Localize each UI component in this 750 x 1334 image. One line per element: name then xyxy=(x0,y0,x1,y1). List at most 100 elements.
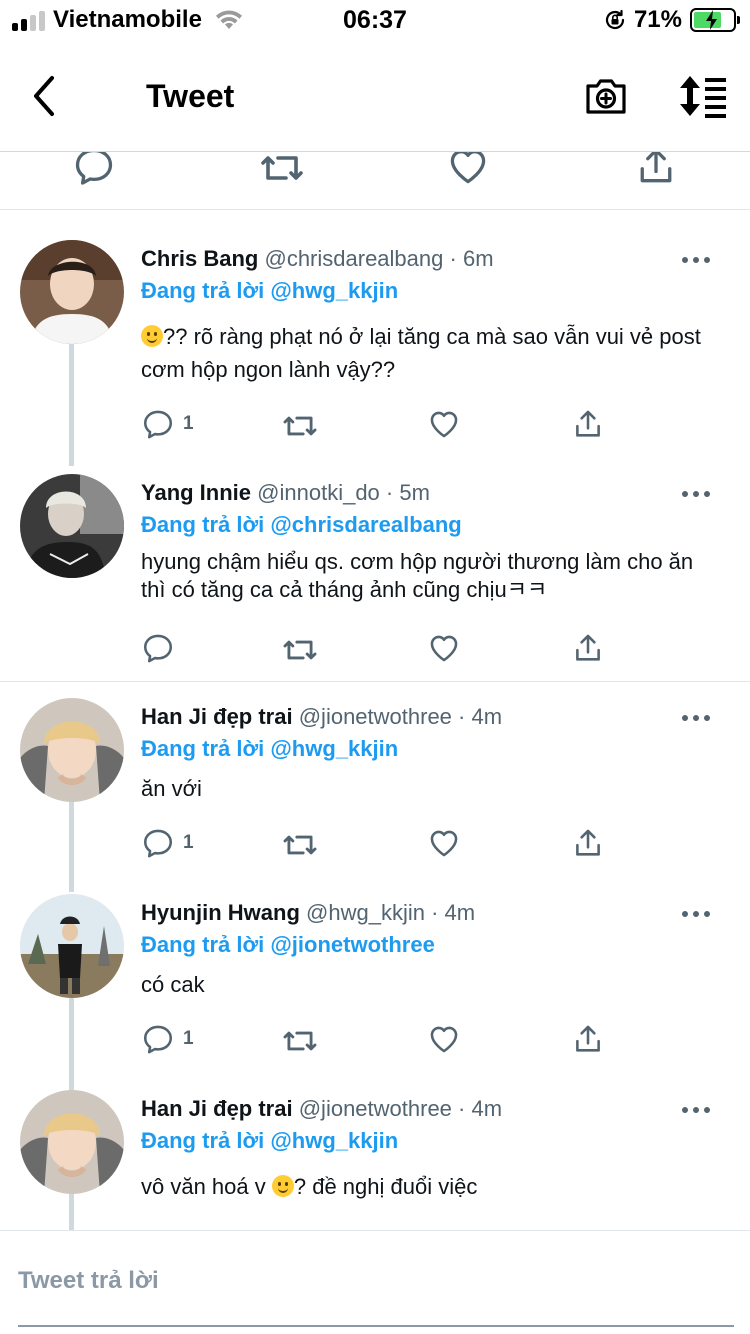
retweet-button[interactable] xyxy=(281,631,319,669)
replying-to-user[interactable]: @chrisdarealbang xyxy=(270,512,461,537)
replying-to-user[interactable]: @jionetwothree xyxy=(270,932,434,957)
user-handle[interactable]: @jionetwothree xyxy=(299,1096,452,1121)
tweet-header: Hyunjin Hwang @hwg_kkjin · 4m xyxy=(141,900,475,926)
like-button[interactable] xyxy=(427,1022,461,1056)
reply-icon xyxy=(141,407,175,441)
tweet-text-start: vô văn hoá v xyxy=(141,1174,266,1199)
signal-icon xyxy=(12,9,45,31)
reply-button[interactable]: 1 xyxy=(141,1022,194,1056)
avatar[interactable] xyxy=(20,240,124,344)
user-handle[interactable]: @hwg_kkjin xyxy=(306,900,425,925)
tweet-text: có cak xyxy=(141,972,205,997)
tweet-item[interactable]: Han Ji đẹp trai @jionetwothree · 4m Đang… xyxy=(0,670,750,892)
retweet-button[interactable] xyxy=(281,1022,319,1060)
status-bar: Vietnamobile 06:37 71% xyxy=(0,0,750,42)
share-button[interactable] xyxy=(571,631,605,665)
share-icon xyxy=(571,407,605,441)
replying-to-user[interactable]: @hwg_kkjin xyxy=(270,736,398,761)
share-icon xyxy=(571,631,605,665)
tweet-time: 6m xyxy=(462,246,494,271)
replying-to-label: Đang trả lời xyxy=(141,512,265,537)
tweet-time: 4m xyxy=(444,900,476,925)
back-button[interactable] xyxy=(26,74,66,118)
thread-line xyxy=(69,1194,74,1230)
like-button[interactable] xyxy=(427,826,461,860)
tweet-item[interactable]: Chris Bang @chrisdarealbang · 6m Đang tr… xyxy=(0,212,750,466)
composer-underline xyxy=(18,1325,734,1327)
replying-to-user[interactable]: @hwg_kkjin xyxy=(270,1128,398,1153)
tweet-item[interactable]: Hyunjin Hwang @hwg_kkjin · 4m Đang trả l… xyxy=(0,866,750,1094)
tweet-actions: 1 xyxy=(141,407,621,443)
reply-icon xyxy=(141,1022,175,1056)
battery-charging-icon xyxy=(690,8,740,32)
user-handle[interactable]: @jionetwothree xyxy=(299,704,452,729)
like-icon xyxy=(427,407,461,441)
more-options-icon[interactable] xyxy=(682,1100,712,1120)
status-right: 71% xyxy=(604,6,740,34)
replying-to-label: Đang trả lời xyxy=(141,1128,265,1153)
camera-button[interactable] xyxy=(584,74,628,118)
retweet-icon xyxy=(281,407,319,445)
replying-to-label: Đang trả lời xyxy=(141,932,265,957)
display-name[interactable]: Chris Bang xyxy=(141,246,258,271)
share-icon[interactable] xyxy=(634,152,678,188)
share-button[interactable] xyxy=(571,826,605,860)
smiley-emoji-icon xyxy=(271,1175,294,1197)
display-name[interactable]: Han Ji đẹp trai xyxy=(141,704,293,729)
more-options-icon[interactable] xyxy=(682,708,712,728)
share-button[interactable] xyxy=(571,407,605,441)
chevron-left-icon xyxy=(34,76,54,116)
tweet-time: 4m xyxy=(471,704,503,729)
avatar[interactable] xyxy=(20,474,124,578)
sort-icon xyxy=(680,76,726,118)
user-handle[interactable]: @innotki_do xyxy=(257,480,380,505)
more-options-icon[interactable] xyxy=(682,250,712,270)
display-name[interactable]: Hyunjin Hwang xyxy=(141,900,300,925)
replying-to: Đang trả lời @hwg_kkjin xyxy=(141,278,398,304)
avatar[interactable] xyxy=(20,1090,124,1194)
retweet-button[interactable] xyxy=(281,407,319,445)
like-button[interactable] xyxy=(427,631,461,665)
reply-button[interactable]: 1 xyxy=(141,826,194,860)
separator-dot: · xyxy=(385,480,394,505)
more-options-icon[interactable] xyxy=(682,904,712,924)
tweet-item[interactable]: Han Ji đẹp trai @jionetwothree · 4m Đang… xyxy=(0,1062,750,1230)
like-icon[interactable] xyxy=(446,152,490,188)
avatar[interactable] xyxy=(20,698,124,802)
reply-input[interactable] xyxy=(18,1263,734,1299)
tweet-header: Han Ji đẹp trai @jionetwothree · 4m xyxy=(141,704,502,730)
tweet-time: 4m xyxy=(471,1096,503,1121)
reply-composer xyxy=(0,1230,750,1334)
battery-percent: 71% xyxy=(633,6,682,33)
display-name[interactable]: Yang Innie xyxy=(141,480,251,505)
like-icon xyxy=(427,1022,461,1056)
tweet-header: Chris Bang @chrisdarealbang · 6m xyxy=(141,246,494,272)
tweet-time: 5m xyxy=(399,480,430,505)
like-button[interactable] xyxy=(427,407,461,441)
sort-button[interactable] xyxy=(676,74,728,118)
replying-to: Đang trả lời @jionetwothree xyxy=(141,932,435,958)
reply-icon[interactable] xyxy=(72,152,116,188)
avatar[interactable] xyxy=(20,894,124,998)
retweet-button[interactable] xyxy=(281,826,319,864)
tweet-text-content: ?? rõ ràng phạt nó ở lại tăng ca mà sao … xyxy=(141,324,701,382)
tweet-item[interactable]: Yang Innie @innotki_do · 5m Đang trả lời… xyxy=(0,446,750,680)
more-options-icon[interactable] xyxy=(682,484,712,504)
separator-dot: · xyxy=(458,704,466,729)
user-handle[interactable]: @chrisdarealbang xyxy=(264,246,443,271)
replying-to-user[interactable]: @hwg_kkjin xyxy=(270,278,398,303)
replying-to: Đang trả lời @hwg_kkjin xyxy=(141,736,398,762)
display-name[interactable]: Han Ji đẹp trai xyxy=(141,1096,293,1121)
tweet-header: Han Ji đẹp trai @jionetwothree · 4m xyxy=(141,1096,502,1122)
share-icon xyxy=(571,826,605,860)
share-button[interactable] xyxy=(571,1022,605,1056)
retweet-icon[interactable] xyxy=(258,152,306,192)
retweet-icon xyxy=(281,1022,319,1060)
reply-button[interactable] xyxy=(141,631,183,665)
smiley-emoji-icon xyxy=(141,325,163,347)
reply-count: 1 xyxy=(183,413,194,434)
reply-button[interactable]: 1 xyxy=(141,407,194,441)
reply-count: 1 xyxy=(183,832,194,853)
wifi-icon xyxy=(215,10,242,29)
tweet-actions: 1 xyxy=(141,1022,621,1058)
